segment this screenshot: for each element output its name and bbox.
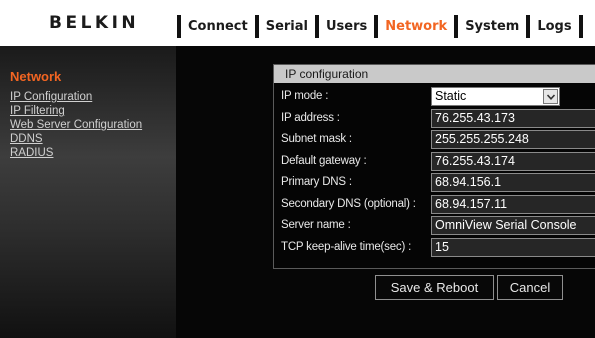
nav-item-logs[interactable]: Logs	[530, 19, 578, 34]
nav-item-serial[interactable]: Serial	[259, 19, 315, 34]
nav-separator	[578, 14, 583, 38]
field-row-tcp-keep-alive: TCP keep-alive time(sec) : 15	[274, 238, 595, 257]
sidebar-title: Network	[10, 69, 62, 84]
secondary-dns-label: Secondary DNS (optional) :	[281, 198, 416, 210]
subnet-mask-input[interactable]: 255.255.255.248	[431, 130, 595, 149]
sidebar-link-ip-filtering[interactable]: IP Filtering	[10, 104, 142, 118]
default-gateway-input[interactable]: 76.255.43.174	[431, 152, 595, 171]
belkin-logo: BELKIN	[49, 13, 140, 33]
server-name-input[interactable]: OmniView Serial Console	[431, 216, 595, 235]
sidebar-link-radius[interactable]: RADIUS	[10, 146, 142, 160]
tcp-keep-alive-label: TCP keep-alive time(sec) :	[281, 241, 412, 253]
server-name-label: Server name :	[281, 219, 351, 231]
field-row-secondary-dns: Secondary DNS (optional) : 68.94.157.11	[274, 195, 595, 214]
chevron-down-icon[interactable]	[543, 89, 558, 104]
main-content: IP configuration IP mode : Static IP add…	[176, 46, 595, 338]
nav-item-system[interactable]: System	[458, 19, 526, 34]
top-bar: BELKIN Connect Serial Users Network Syst…	[0, 0, 595, 46]
field-row-ip-mode: IP mode : Static	[274, 87, 595, 106]
main-nav: Connect Serial Users Network System Logs	[177, 14, 583, 38]
field-row-server-name: Server name : OmniView Serial Console	[274, 216, 595, 235]
ip-mode-label: IP mode :	[281, 90, 329, 102]
field-row-primary-dns: Primary DNS : 68.94.156.1	[274, 173, 595, 192]
default-gateway-label: Default gateway :	[281, 155, 367, 167]
ip-mode-select[interactable]: Static	[431, 87, 560, 106]
ip-configuration-panel: IP configuration IP mode : Static IP add…	[273, 64, 595, 269]
sidebar-link-ip-configuration[interactable]: IP Configuration	[10, 90, 142, 104]
save-reboot-button[interactable]: Save & Reboot	[375, 275, 494, 300]
nav-item-network[interactable]: Network	[378, 19, 454, 34]
sidebar-link-web-server-configuration[interactable]: Web Server Configuration	[10, 118, 142, 132]
subnet-mask-label: Subnet mask :	[281, 133, 352, 145]
ip-address-input[interactable]: 76.255.43.173	[431, 109, 595, 128]
field-row-default-gateway: Default gateway : 76.255.43.174	[274, 152, 595, 171]
secondary-dns-input[interactable]: 68.94.157.11	[431, 195, 595, 214]
nav-item-connect[interactable]: Connect	[181, 19, 255, 34]
tcp-keep-alive-input[interactable]: 15	[431, 238, 595, 257]
primary-dns-input[interactable]: 68.94.156.1	[431, 173, 595, 192]
field-row-ip-address: IP address : 76.255.43.173	[274, 109, 595, 128]
sidebar: Network IP Configuration IP Filtering We…	[0, 46, 176, 338]
nav-item-users[interactable]: Users	[319, 19, 374, 34]
field-row-subnet-mask: Subnet mask : 255.255.255.248	[274, 130, 595, 149]
sidebar-links: IP Configuration IP Filtering Web Server…	[10, 90, 142, 160]
ip-mode-selected-value: Static	[435, 89, 467, 103]
cancel-button[interactable]: Cancel	[497, 275, 563, 300]
ip-address-label: IP address :	[281, 112, 340, 124]
primary-dns-label: Primary DNS :	[281, 176, 352, 188]
sidebar-link-ddns[interactable]: DDNS	[10, 132, 142, 146]
panel-title: IP configuration	[274, 65, 595, 83]
